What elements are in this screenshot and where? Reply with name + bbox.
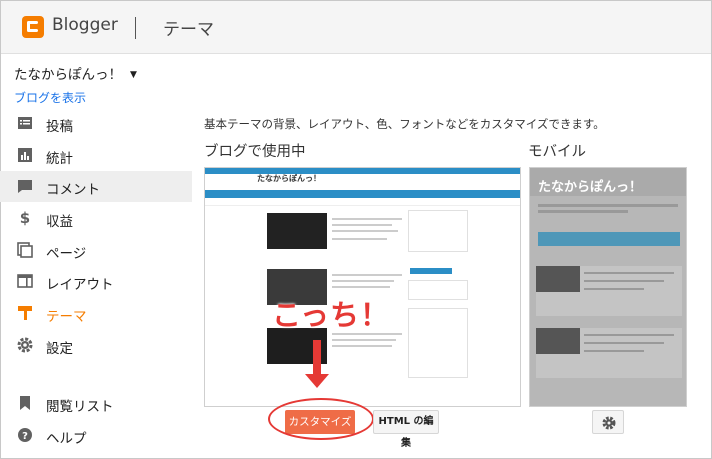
preview-text-line bbox=[332, 280, 394, 282]
sidebar-item-pages[interactable]: ページ bbox=[0, 235, 192, 266]
theme-description: 基本テーマの背景、レイアウト、色、フォントなどをカスタマイズできます。 bbox=[204, 117, 605, 131]
sidebar-item-stats[interactable]: 統計 bbox=[0, 140, 192, 171]
preview-text-line bbox=[332, 345, 392, 347]
help-icon: ? bbox=[18, 428, 32, 442]
preview-text-line bbox=[584, 350, 644, 352]
preview-text-line bbox=[332, 218, 402, 220]
earnings-icon: $ bbox=[19, 209, 31, 227]
sidebar-item-earnings[interactable]: $ 収益 bbox=[0, 203, 192, 234]
preview-sidebar-box bbox=[408, 308, 468, 378]
blogger-logo-icon[interactable] bbox=[22, 16, 44, 38]
edit-html-button[interactable]: HTML の編集 bbox=[373, 410, 439, 449]
mobile-preview-title: たなからぽんっ！ bbox=[538, 180, 643, 195]
reading-list-icon bbox=[20, 396, 30, 410]
sidebar-item-label: ページ bbox=[46, 246, 87, 262]
preview-sidebar-profile bbox=[408, 210, 468, 252]
preview-text-line bbox=[332, 230, 398, 232]
in-use-heading: ブログで使用中 bbox=[204, 144, 306, 160]
sidebar-item-label: 投稿 bbox=[46, 119, 73, 135]
posts-icon bbox=[18, 117, 32, 129]
sidebar-item-label: コメント bbox=[46, 182, 100, 198]
sidebar-item-label: 統計 bbox=[46, 151, 73, 167]
preview-sidebar-button bbox=[410, 268, 452, 274]
layout-icon bbox=[17, 274, 33, 288]
caret-down-icon: ▼ bbox=[130, 70, 137, 80]
preview-top-bar bbox=[205, 168, 520, 174]
sidebar-item-label: テーマ bbox=[46, 309, 87, 325]
sidebar-item-reading-list[interactable]: 閲覧リスト bbox=[0, 388, 192, 419]
gear-icon bbox=[602, 416, 616, 430]
preview-sidebar-box bbox=[408, 280, 468, 300]
sidebar-item-label: ヘルプ bbox=[46, 431, 87, 447]
annotation-callout: こっち！ bbox=[272, 298, 390, 332]
theme-icon bbox=[18, 306, 32, 320]
preview-text-line bbox=[584, 280, 664, 282]
preview-post-thumbnail bbox=[536, 328, 580, 354]
sidebar-item-settings[interactable]: 設定 bbox=[0, 330, 192, 361]
mobile-preview-menu bbox=[538, 232, 680, 246]
preview-text-line bbox=[332, 286, 390, 288]
sidebar-item-theme[interactable]: テーマ bbox=[0, 298, 192, 329]
stats-icon bbox=[18, 148, 32, 162]
page-title: テーマ bbox=[163, 20, 214, 40]
sidebar-item-label: レイアウト bbox=[46, 277, 114, 293]
preview-nav-bar bbox=[205, 190, 520, 198]
mobile-theme-preview[interactable]: たなからぽんっ！ bbox=[529, 167, 687, 407]
desktop-theme-preview[interactable]: たなからぽんっ！ bbox=[204, 167, 521, 407]
preview-text-line bbox=[584, 272, 674, 274]
sidebar-item-label: 閲覧リスト bbox=[46, 399, 114, 415]
mobile-preview-card bbox=[536, 266, 682, 316]
sidebar-item-layout[interactable]: レイアウト bbox=[0, 266, 192, 297]
header-divider bbox=[135, 17, 136, 39]
arrow-down-icon bbox=[305, 374, 329, 388]
mobile-settings-button[interactable] bbox=[592, 410, 624, 434]
sidebar-item-help[interactable]: ? ヘルプ bbox=[0, 420, 192, 451]
svg-text:?: ? bbox=[22, 431, 28, 442]
preview-text-line bbox=[584, 342, 664, 344]
mobile-heading: モバイル bbox=[528, 144, 586, 160]
sidebar-item-label: 収益 bbox=[46, 214, 73, 230]
settings-icon bbox=[17, 337, 33, 353]
view-blog-link[interactable]: ブログを表示 bbox=[14, 89, 86, 106]
preview-text-line bbox=[332, 274, 402, 276]
annotation-highlight-ring bbox=[268, 398, 374, 440]
sidebar-item-posts[interactable]: 投稿 bbox=[0, 108, 192, 139]
preview-text-line bbox=[538, 210, 628, 213]
sidebar-item-label: 設定 bbox=[46, 341, 73, 357]
preview-post-thumbnail bbox=[267, 213, 327, 249]
preview-text-line bbox=[584, 334, 674, 336]
sidebar-item-comments[interactable]: コメント bbox=[0, 171, 192, 202]
preview-rule bbox=[205, 205, 520, 206]
blog-selector[interactable]: たなからぽんっ！ ▼ bbox=[14, 63, 137, 83]
preview-text-line bbox=[332, 238, 387, 240]
mobile-preview-card bbox=[536, 328, 682, 378]
blog-name: たなからぽんっ！ bbox=[14, 67, 122, 83]
preview-text-line bbox=[332, 339, 396, 341]
preview-text-line bbox=[538, 204, 678, 207]
app-header: Blogger テーマ bbox=[1, 1, 711, 54]
brand-name[interactable]: Blogger bbox=[52, 15, 118, 35]
preview-post-thumbnail bbox=[536, 266, 580, 292]
pages-icon bbox=[17, 242, 33, 258]
comments-icon bbox=[18, 180, 32, 193]
annotation-arrow-shaft bbox=[313, 340, 321, 376]
preview-text-line bbox=[584, 288, 644, 290]
preview-blog-title: たなからぽんっ！ bbox=[257, 174, 321, 183]
preview-text-line bbox=[332, 224, 392, 226]
